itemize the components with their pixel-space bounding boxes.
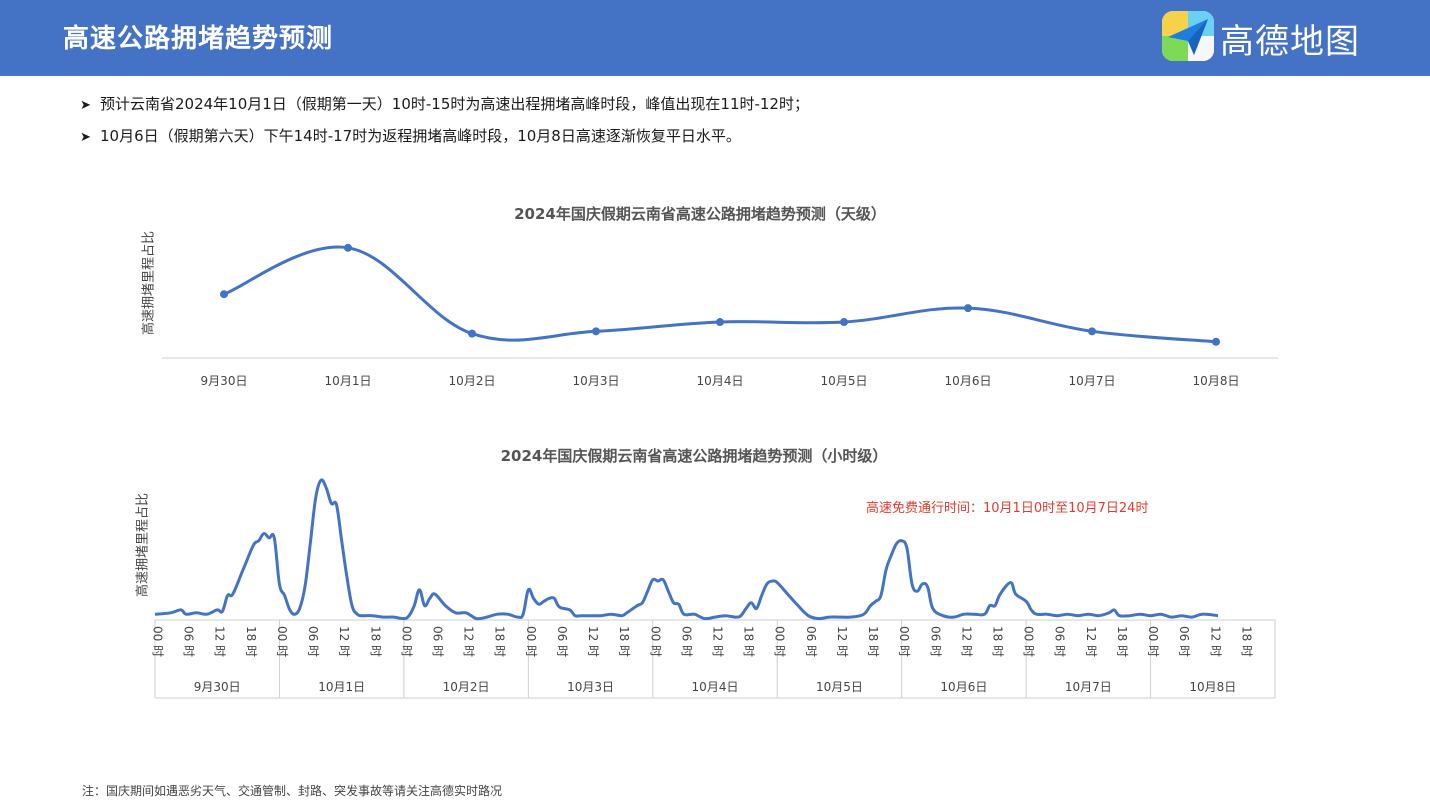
- amap-logo: 高德地图: [1162, 11, 1392, 63]
- daily-x-tick-label: 9月30日: [201, 374, 248, 388]
- daily-data-point: [220, 290, 228, 299]
- daily-x-tick-label: 10月3日: [573, 374, 620, 388]
- summary-bullet-2: ➤ 10月6日（假期第六天）下午14时-17时为返程拥堵高峰时段，10月8日高速逐…: [80, 124, 809, 156]
- hourly-x-tick-label: 12 时: [959, 626, 973, 657]
- daily-chart: 9月30日 10月1日 10月2日 10月3日 10月4日 10月5日 10月6日 10月7日…: [162, 243, 1278, 388]
- hourly-x-tick-label: 00 时: [1022, 626, 1036, 657]
- hourly-x-tick-label: 18 时: [991, 626, 1005, 657]
- hourly-x-tick-label: 00 时: [524, 626, 538, 657]
- bullet-text: 10月6日（假期第六天）下午14时-17时为返程拥堵高峰时段，10月8日高速逐渐…: [100, 127, 741, 145]
- daily-x-tick-label: 10月1日: [325, 374, 372, 388]
- hourly-day-label: 10月7日: [1065, 680, 1112, 694]
- hourly-day-label: 10月4日: [692, 680, 739, 694]
- daily-x-tick-label: 10月6日: [945, 374, 992, 388]
- hourly-x-tick-label: 18 时: [1239, 626, 1253, 657]
- hourly-x-tick-label: 00 时: [275, 626, 289, 657]
- daily-x-tick-label: 10月5日: [821, 374, 868, 388]
- hourly-x-tick-label: 00 时: [648, 626, 662, 657]
- hourly-x-tick-label: 12 时: [462, 626, 476, 657]
- daily-data-point: [1212, 337, 1220, 346]
- amap-logo-icon: [1162, 11, 1214, 61]
- hourly-day-label: 10月6日: [940, 680, 987, 694]
- hourly-x-tick-label: 12 时: [711, 626, 725, 657]
- hourly-x-tick-label: 12 时: [337, 626, 351, 657]
- hourly-x-tick-label: 00 时: [399, 626, 413, 657]
- daily-series-line: [223, 245, 1217, 344]
- hourly-x-tick-label: 00 时: [897, 626, 911, 657]
- hourly-x-tick-label: 06 时: [679, 626, 693, 657]
- hourly-x-tick-label: 06 时: [182, 626, 196, 657]
- hourly-chart: 00 时 06 时 12 时 18 时 9月30日 00 时 06 时 12 时 18 时 10月…: [151, 478, 1276, 699]
- summary-bullet-1: ➤ 预计云南省2024年10月1日（假期第一天）10时-15时为高速出程拥堵高峰时…: [80, 92, 809, 124]
- logo-text: 高德地图: [1220, 22, 1360, 62]
- hourly-x-tick-label: 06 时: [431, 626, 445, 657]
- daily-x-tick-label: 10月7日: [1069, 374, 1116, 388]
- hourly-day-label: 10月3日: [567, 680, 614, 694]
- hourly-x-tick-label: 18 时: [866, 626, 880, 657]
- hourly-x-tick-label: 18 时: [244, 626, 258, 657]
- hourly-day-label: 10月5日: [816, 680, 863, 694]
- hourly-day-label: 10月1日: [318, 680, 365, 694]
- summary-bullets: ➤ 预计云南省2024年10月1日（假期第一天）10时-15时为高速出程拥堵高峰时…: [80, 92, 809, 156]
- daily-data-point: [964, 304, 972, 313]
- hourly-day-label: 10月8日: [1189, 680, 1236, 694]
- daily-data-point: [716, 318, 724, 327]
- arrow-bullet-icon: ➤: [80, 130, 91, 145]
- hourly-x-tick-label: 12 时: [835, 626, 849, 657]
- hourly-x-tick-label: 00 时: [773, 626, 787, 657]
- hourly-x-tick-label: 12 时: [586, 626, 600, 657]
- daily-data-point: [468, 329, 476, 338]
- hourly-x-tick-label: 12 时: [1208, 626, 1222, 657]
- hourly-x-tick-label: 06 时: [555, 626, 569, 657]
- daily-data-point: [344, 243, 352, 252]
- hourly-x-tick-label: 18 时: [493, 626, 507, 657]
- hourly-x-tick-label: 18 时: [368, 626, 382, 657]
- hourly-x-tick-label: 06 时: [804, 626, 818, 657]
- hourly-x-tick-label: 12 时: [213, 626, 227, 657]
- hourly-x-tick-label: 06 时: [1053, 626, 1067, 657]
- daily-data-point: [592, 327, 600, 336]
- hourly-x-tick-label: 06 时: [306, 626, 320, 657]
- hourly-day-label: 9月30日: [194, 680, 241, 694]
- hourly-x-tick-label: 06 时: [1177, 626, 1191, 657]
- hourly-day-label: 10月2日: [443, 680, 490, 694]
- page-title: 高速公路拥堵趋势预测: [63, 24, 334, 54]
- hourly-x-tick-label: 06 时: [928, 626, 942, 657]
- hourly-x-tick-label: 18 时: [742, 626, 756, 657]
- bullet-text: 预计云南省2024年10月1日（假期第一天）10时-15时为高速出程拥堵高峰时段…: [100, 95, 809, 113]
- hourly-x-tick-label: 18 时: [1115, 626, 1129, 657]
- daily-x-tick-label: 10月2日: [449, 374, 496, 388]
- hourly-x-tick-label: 00 时: [1146, 626, 1160, 657]
- daily-data-point: [1088, 327, 1096, 336]
- hourly-x-tick-label: 18 时: [617, 626, 631, 657]
- footnote: 注：国庆期间如遇恶劣天气、交通管制、封路、突发事故等请关注高德实时路况: [82, 784, 503, 798]
- header-bar: 高速公路拥堵趋势预测 高德地图: [0, 0, 1430, 76]
- daily-x-tick-label: 10月4日: [697, 374, 744, 388]
- daily-data-point: [840, 318, 848, 327]
- hourly-x-tick-label: 00 时: [151, 626, 165, 657]
- arrow-bullet-icon: ➤: [80, 98, 91, 113]
- daily-x-tick-label: 10月8日: [1193, 374, 1240, 388]
- hourly-x-tick-label: 12 时: [1084, 626, 1098, 657]
- hourly-series-line: [154, 478, 1219, 621]
